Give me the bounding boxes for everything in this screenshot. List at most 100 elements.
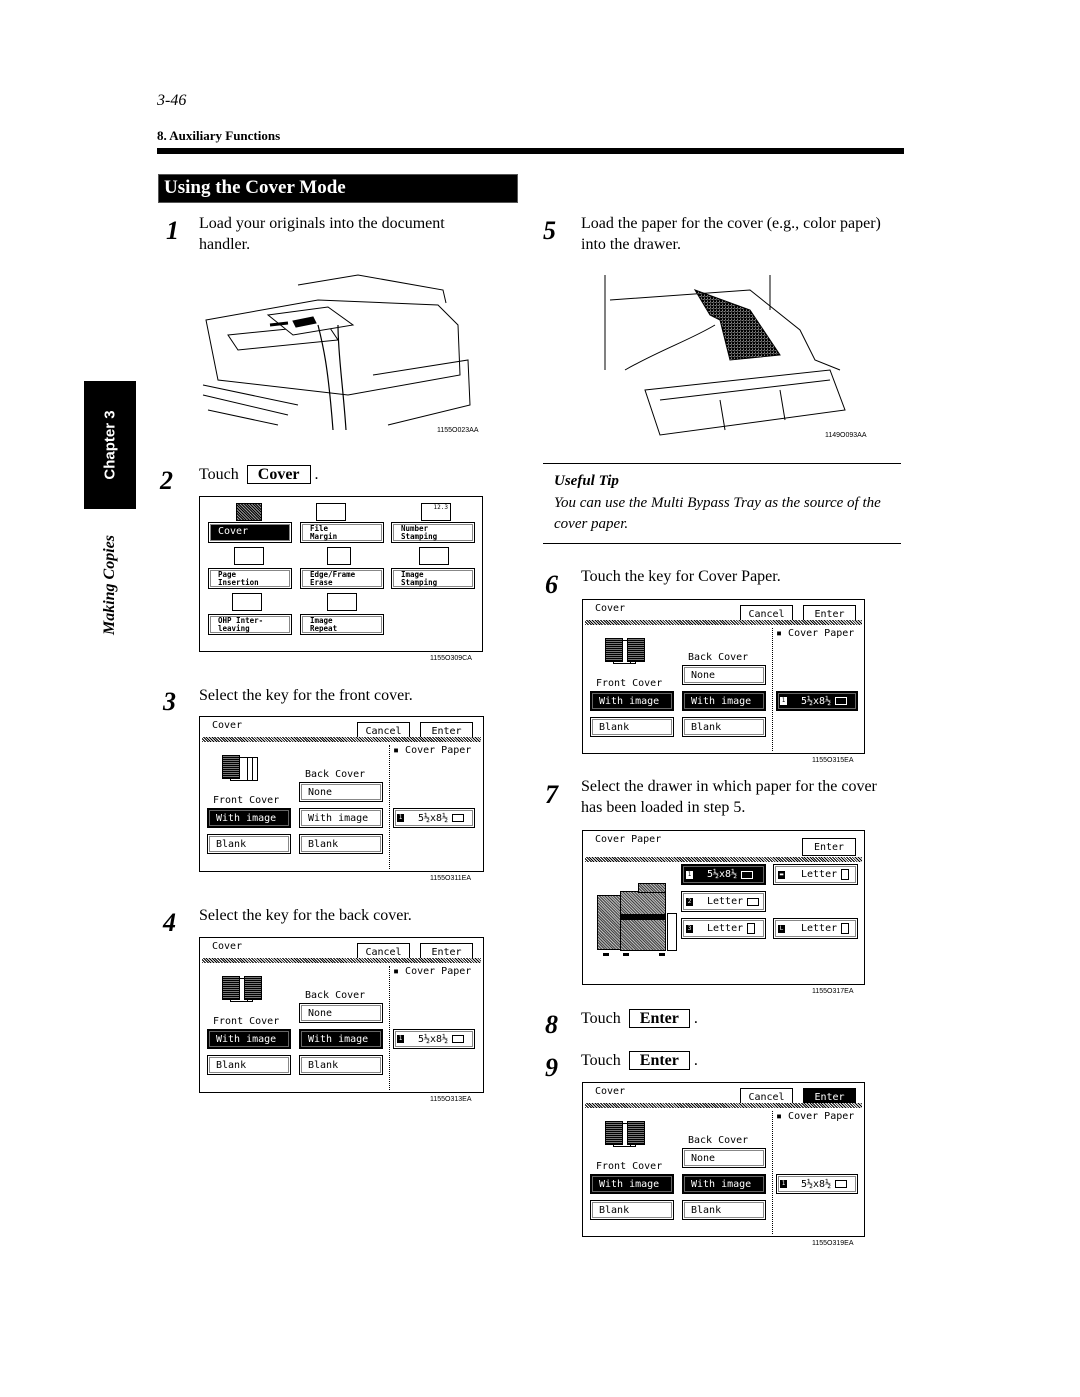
landscape-paper-icon <box>835 1180 848 1188</box>
number-stamping-button[interactable]: Number Stamping <box>391 522 475 543</box>
enter-key-label: Enter <box>628 1051 690 1070</box>
front-cover-blank-button[interactable]: Blank <box>590 1200 674 1220</box>
step-9-suffix: . <box>693 1052 698 1069</box>
front-cover-blank-button[interactable]: Blank <box>590 717 674 737</box>
back-cover-none-button[interactable]: None <box>682 665 766 685</box>
front-cover-with-image-button[interactable]: With image <box>590 691 674 711</box>
panel-divider <box>585 1103 862 1108</box>
front-cover-label: Front Cover <box>213 795 280 806</box>
file-margin-button[interactable]: File Margin <box>300 522 384 543</box>
panel-divider <box>585 620 862 625</box>
lcc-tray-button[interactable]: L Letter <box>773 918 858 939</box>
tray-1-button[interactable]: 1 5½x8½ <box>681 864 766 885</box>
step-6-number: 6 <box>545 570 558 599</box>
tray-1-icon: 1 <box>397 814 404 822</box>
panel-divider <box>202 958 481 963</box>
back-cover-none-button[interactable]: None <box>299 1003 383 1023</box>
cover-paper-panel: Cover Paper Enter 1 5½x8½ ▬ Letter 2 Let… <box>582 830 865 985</box>
back-cover-with-image-button[interactable]: With image <box>682 1174 766 1194</box>
page-title: Using the Cover Mode <box>158 174 518 203</box>
chapter-title-label: Making Copies <box>101 534 118 636</box>
tray-1-icon: 1 <box>780 697 787 705</box>
cover-button[interactable]: Cover <box>208 522 292 543</box>
step-3-number: 3 <box>163 687 176 716</box>
useful-tip-title: Useful Tip <box>554 473 619 489</box>
number-stamping-icon: 12.3 <box>421 503 451 521</box>
front-cover-with-image-button[interactable]: With image <box>207 1029 291 1049</box>
tray-1-icon: 1 <box>397 1035 404 1043</box>
step-8-number: 8 <box>545 1010 558 1039</box>
back-cover-none-button[interactable]: None <box>682 1148 766 1168</box>
back-cover-label: Back Cover <box>688 1135 749 1146</box>
landscape-paper-icon <box>452 814 465 822</box>
cover-paper-button[interactable]: 1 5½x8½ <box>393 808 475 828</box>
step-4-text: Select the key for the back cover. <box>199 907 412 924</box>
step-2-number: 2 <box>160 466 173 495</box>
bypass-tray-icon: ▬ <box>778 870 785 879</box>
back-cover-blank-button[interactable]: Blank <box>682 1200 766 1220</box>
front-cover-with-image-button[interactable]: With image <box>207 808 291 828</box>
front-cover-blank-button[interactable]: Blank <box>207 1055 291 1075</box>
front-cover-label: Front Cover <box>213 1016 280 1027</box>
front-cover-with-image-button[interactable]: With image <box>590 1174 674 1194</box>
step-7-text: Select the drawer in which paper for the… <box>581 778 877 816</box>
chapter-title: Making Copies <box>84 525 136 645</box>
tray-3-button[interactable]: 3 Letter <box>681 918 766 939</box>
tray-1-size: 5½x8½ <box>707 869 738 880</box>
image-repeat-button[interactable]: Image Repeat <box>300 614 384 635</box>
cover-paper-button[interactable]: 1 5½x8½ <box>776 1174 858 1194</box>
chapter-tab[interactable]: Chapter 3 <box>84 381 136 509</box>
cover-panel-title: Cover <box>212 720 243 731</box>
back-cover-with-image-button[interactable]: With image <box>682 691 766 711</box>
cover-panel-title: Cover <box>595 603 626 614</box>
front-cover-blank-button[interactable]: Blank <box>207 834 291 854</box>
cover-paper-label: ▪ Cover Paper <box>776 628 855 639</box>
figure-code: 1155O309CA <box>430 655 472 662</box>
tray-2-size: Letter <box>707 896 744 907</box>
landscape-paper-icon <box>747 897 760 906</box>
tray-1-icon: 1 <box>686 870 693 879</box>
page-number: 3-46 <box>157 92 187 109</box>
cover-panel-front: Cover Cancel Enter ▪ Cover Paper Back Co… <box>199 716 484 872</box>
panel-column-divider <box>772 1111 773 1234</box>
bypass-tray-button[interactable]: ▬ Letter <box>773 864 858 885</box>
back-cover-with-image-button[interactable]: With image <box>299 1029 383 1049</box>
enter-button[interactable]: Enter <box>802 838 856 856</box>
panel-column-divider <box>389 745 390 869</box>
cover-mode-icon <box>605 638 655 666</box>
back-cover-label: Back Cover <box>688 652 749 663</box>
back-cover-blank-button[interactable]: Blank <box>299 834 383 854</box>
function-menu-panel: 12.3 Cover File Margin Number Stamping P… <box>199 496 483 652</box>
cover-panel-title: Cover <box>595 1086 626 1097</box>
edge-frame-erase-button[interactable]: Edge/Frame Erase <box>300 568 384 589</box>
back-cover-label: Back Cover <box>305 769 366 780</box>
cover-key-label: Cover <box>246 465 311 484</box>
ohp-interleaving-button[interactable]: OHP Inter- leaving <box>208 614 292 635</box>
cover-paper-size: 5½x8½ <box>418 812 449 824</box>
step-9-prefix: Touch <box>581 1052 621 1069</box>
cover-paper-button[interactable]: 1 5½x8½ <box>776 691 858 711</box>
cover-paper-label: ▪ Cover Paper <box>393 745 472 756</box>
back-cover-none-button[interactable]: None <box>299 782 383 802</box>
tray-3-size: Letter <box>707 923 744 934</box>
ohp-interleaving-icon <box>232 593 262 611</box>
cover-paper-size: 5½x8½ <box>801 1178 832 1190</box>
cover-mode-icon <box>222 755 272 783</box>
page-insertion-button[interactable]: Page Insertion <box>208 568 292 589</box>
step-6-text: Touch the key for Cover Paper. <box>581 568 781 585</box>
cover-paper-button[interactable]: 1 5½x8½ <box>393 1029 475 1049</box>
back-cover-blank-button[interactable]: Blank <box>299 1055 383 1075</box>
step-9-number: 9 <box>545 1053 558 1082</box>
portrait-paper-icon <box>841 869 850 880</box>
cover-mode-icon <box>222 976 272 1004</box>
back-cover-blank-button[interactable]: Blank <box>682 717 766 737</box>
back-cover-with-image-button[interactable]: With image <box>299 808 383 828</box>
tray-2-button[interactable]: 2 Letter <box>681 891 766 912</box>
panel-divider <box>202 737 481 742</box>
cover-panel-paper-select: Cover Cancel Enter ▪ Cover Paper Back Co… <box>582 599 865 754</box>
front-cover-label: Front Cover <box>596 678 663 689</box>
edge-frame-erase-icon <box>327 547 351 565</box>
image-stamping-button[interactable]: Image Stamping <box>391 568 475 589</box>
landscape-paper-icon <box>835 697 848 705</box>
front-cover-label: Front Cover <box>596 1161 663 1172</box>
